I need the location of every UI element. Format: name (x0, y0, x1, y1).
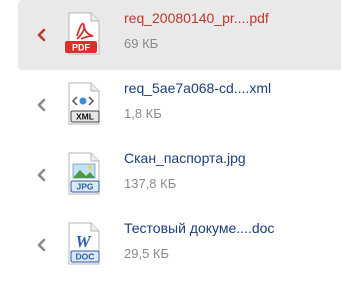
jpg-icon: JPG (63, 152, 103, 196)
file-size: 1,8 КБ (124, 106, 162, 121)
chevron-left-icon[interactable] (35, 238, 49, 252)
file-size: 29,5 КБ (124, 246, 170, 261)
file-size: 69 КБ (124, 36, 159, 51)
file-item[interactable]: XML req_5ae7a068-cd....xml 1,8 КБ (18, 70, 341, 140)
svg-text:PDF: PDF (72, 43, 91, 53)
file-item[interactable]: JPG Скан_паспорта.jpg 137,8 КБ (18, 140, 341, 210)
file-size: 137,8 КБ (124, 176, 177, 191)
file-name-link[interactable]: req_5ae7a068-cd....xml (124, 80, 271, 97)
svg-text:DOC: DOC (76, 252, 95, 262)
svg-text:XML: XML (76, 112, 94, 122)
file-name-link[interactable]: Тестовый докуме....doc (124, 220, 274, 237)
file-name-link[interactable]: Скан_паспорта.jpg (124, 150, 246, 167)
pdf-icon: PDF (63, 12, 103, 56)
svg-text:JPG: JPG (76, 182, 93, 192)
svg-text:W: W (75, 232, 92, 251)
chevron-left-icon[interactable] (35, 98, 49, 112)
file-item[interactable]: PDF req_20080140_pr....pdf 69 КБ (18, 0, 341, 70)
file-name-link[interactable]: req_20080140_pr....pdf (124, 10, 269, 27)
doc-icon: W DOC (63, 222, 103, 266)
chevron-left-icon[interactable] (35, 28, 49, 42)
file-item[interactable]: W DOC Тестовый докуме....doc 29,5 КБ (18, 210, 341, 280)
chevron-left-icon[interactable] (35, 168, 49, 182)
xml-icon: XML (63, 82, 103, 126)
attachments-list: PDF req_20080140_pr....pdf 69 КБ XML req… (0, 0, 341, 283)
